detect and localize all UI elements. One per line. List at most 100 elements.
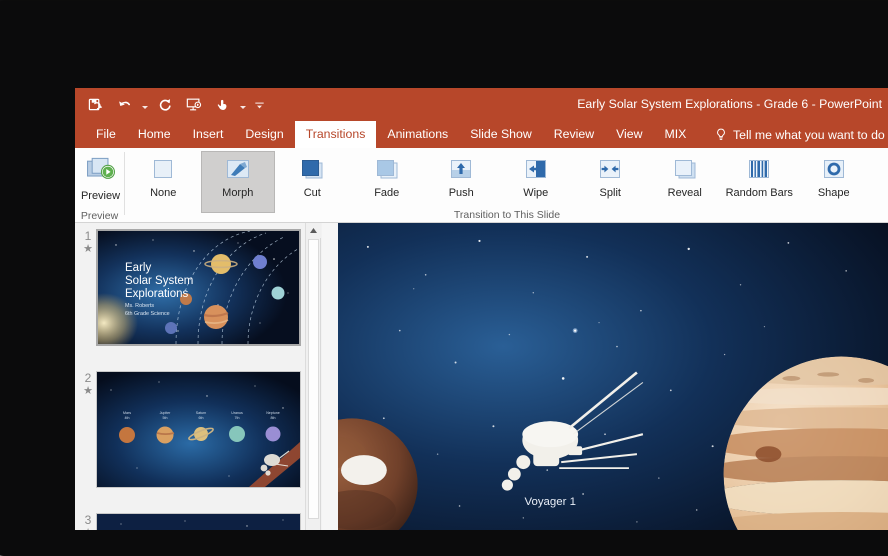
random-bars-transition-icon (744, 158, 774, 182)
svg-text:Neptune: Neptune (266, 411, 280, 415)
transition-un[interactable]: Un (871, 151, 888, 213)
transition-random-bars[interactable]: Random Bars (722, 151, 797, 213)
customize-quick-access-icon[interactable] (249, 92, 269, 118)
touch-mouse-mode-icon[interactable] (209, 92, 236, 118)
tab-review[interactable]: Review (543, 121, 605, 148)
svg-text:6th: 6th (199, 416, 204, 420)
tab-insert[interactable]: Insert (182, 121, 235, 148)
none-transition-icon (148, 158, 178, 182)
tell-me-search[interactable]: Tell me what you want to do (715, 121, 885, 148)
scrollbar-thumb[interactable] (308, 239, 319, 519)
transition-label: Split (599, 187, 621, 199)
undo-dropdown-icon[interactable] (140, 92, 149, 118)
transition-morph[interactable]: Morph (200, 151, 275, 213)
split-transition-icon (595, 158, 625, 182)
svg-text:Uranus: Uranus (231, 411, 243, 415)
svg-text:Jupiter: Jupiter (160, 411, 172, 415)
undo-icon[interactable] (111, 92, 138, 118)
svg-text:7th: 7th (235, 416, 240, 420)
slide-thumbnail-3[interactable] (96, 513, 301, 530)
tell-me-placeholder: Tell me what you want to do (733, 127, 885, 142)
slide-3-preview (97, 514, 300, 530)
svg-text:Solar System: Solar System (125, 275, 193, 287)
workspace: 1 ★ Early Solar System Explorations Ms. … (75, 223, 888, 530)
transition-label: Morph (222, 187, 254, 199)
laptop-shell: Early Solar System Explorations - Grade … (0, 0, 888, 556)
transition-label: Shape (817, 187, 850, 199)
svg-text:Ms. Roberts: Ms. Roberts (125, 303, 154, 309)
slide-thumbnail-1[interactable]: Early Solar System Explorations Ms. Robe… (96, 229, 301, 346)
redo-icon[interactable] (151, 92, 178, 118)
transition-star-icon: ★ (83, 385, 93, 397)
preview-button-label: Preview (80, 189, 121, 202)
transition-none[interactable]: None (126, 151, 201, 213)
transition-label: Reveal (667, 187, 702, 199)
svg-text:4th: 4th (125, 416, 130, 420)
slide-artwork: Voyager 1 (338, 223, 888, 530)
slide-thumbnail-2[interactable]: Mars 4th Jupiter 5th Saturn 6th Uranus 7th N… (96, 371, 301, 488)
slide-number: 2 (84, 371, 92, 385)
shape-transition-icon (819, 158, 849, 182)
tab-transitions[interactable]: Transitions (294, 121, 377, 148)
title-bar: Early Solar System Explorations - Grade … (75, 88, 888, 121)
window-title: Early Solar System Explorations - Grade … (577, 97, 882, 111)
transition-label: Cut (303, 187, 321, 199)
ribbon: Preview Preview None Morph Cut Fade Push… (75, 148, 888, 223)
transition-label: None (150, 187, 177, 199)
ribbon-group-separator (124, 152, 125, 215)
svg-text:Early: Early (125, 262, 151, 274)
preview-group-label: Preview (80, 210, 119, 222)
tab-home[interactable]: Home (127, 121, 182, 148)
transition-label: Fade (374, 187, 400, 199)
slide-number: 3 (84, 513, 92, 527)
reveal-transition-icon (670, 158, 700, 182)
preview-button[interactable]: Preview (77, 151, 124, 207)
tab-slide-show[interactable]: Slide Show (459, 121, 543, 148)
thumbnail-scrollbar[interactable] (305, 223, 321, 530)
preview-group: Preview Preview (75, 148, 124, 223)
transition-shape[interactable]: Shape (797, 151, 872, 213)
preview-play-icon (86, 157, 116, 188)
powerpoint-window: Early Solar System Explorations - Grade … (75, 88, 888, 530)
lightbulb-icon (715, 128, 727, 141)
cut-transition-icon (297, 158, 327, 182)
touch-mode-dropdown-icon[interactable] (238, 92, 247, 118)
transition-reveal[interactable]: Reveal (648, 151, 723, 213)
transition-label: Random Bars (725, 187, 793, 199)
slide-number: 1 (84, 229, 92, 243)
morph-transition-icon (223, 158, 253, 182)
tab-design[interactable]: Design (234, 121, 294, 148)
slide-2-preview: Mars4th Jupiter5th Saturn6th Uranus7th N… (97, 372, 300, 487)
slide-1-preview: Early Solar System Explorations Ms. Robe… (98, 231, 299, 344)
transition-fade[interactable]: Fade (350, 151, 425, 213)
tab-animations[interactable]: Animations (376, 121, 459, 148)
transition-cut[interactable]: Cut (275, 151, 350, 213)
start-slideshow-icon[interactable] (180, 92, 207, 118)
transition-wipe[interactable]: Wipe (499, 151, 574, 213)
fade-transition-icon (372, 158, 402, 182)
scroll-up-arrow-icon[interactable] (306, 223, 321, 238)
tab-mix[interactable]: MIX (654, 121, 698, 148)
tab-file[interactable]: File (85, 121, 127, 148)
wipe-transition-icon (521, 158, 551, 182)
ribbon-tab-strip: File Home Insert Design Transitions Animation… (75, 121, 888, 148)
current-slide-canvas[interactable]: Voyager 1 Voyager 1 (338, 223, 888, 530)
svg-text:8th: 8th (271, 416, 276, 420)
push-transition-icon (446, 158, 476, 182)
slide-stage: Voyager 1 Voyager 1 (322, 223, 888, 530)
transition-push[interactable]: Push (424, 151, 499, 213)
transition-star-icon: ★ (83, 243, 93, 255)
transition-split[interactable]: Split (573, 151, 648, 213)
quick-access-toolbar (82, 88, 269, 121)
transition-group-label: Transition to This Slide (453, 209, 561, 221)
save-icon[interactable] (82, 92, 109, 118)
slide-thumbnail-pane[interactable]: 1 ★ Early Solar System Explorations Ms. … (75, 223, 321, 530)
transition-label: Wipe (523, 187, 549, 199)
tab-view[interactable]: View (605, 121, 653, 148)
svg-text:Saturn: Saturn (196, 411, 207, 415)
voyager-label: Voyager 1 (524, 496, 576, 508)
voyager-spacecraft (340, 455, 387, 486)
svg-text:Explorations: Explorations (125, 288, 189, 300)
svg-text:5th: 5th (163, 416, 168, 420)
svg-text:Mars: Mars (123, 411, 131, 415)
